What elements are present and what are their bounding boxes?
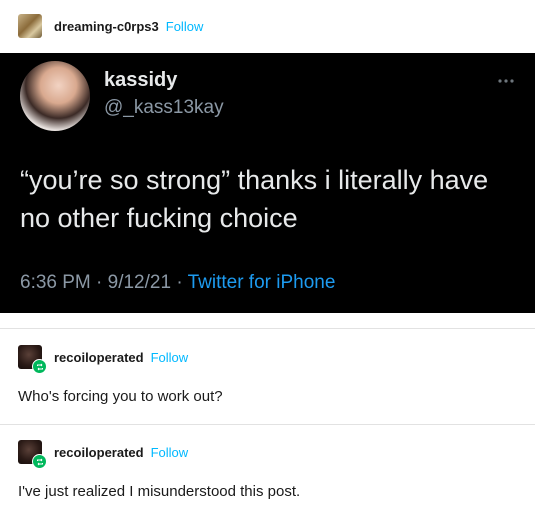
reblog-icon (32, 359, 47, 374)
reply-username[interactable]: recoiloperated (54, 350, 144, 365)
op-follow-button[interactable]: Follow (166, 19, 204, 34)
reply-follow-button[interactable]: Follow (151, 350, 189, 365)
tweet-screenshot: kassidy @_kass13kay “you’re so strong” t… (0, 53, 535, 313)
tweet-meta: 6:36 PM · 9/12/21 · Twitter for iPhone (20, 272, 335, 294)
tweet-author-handle: @_kass13kay (104, 97, 224, 118)
tumblr-post: dreaming-c0rps3 Follow kassidy @_kass13k… (0, 0, 535, 518)
op-avatar[interactable] (18, 14, 42, 38)
tweet-source: Twitter for iPhone (187, 272, 336, 293)
divider (0, 328, 535, 329)
tweet-avatar (20, 61, 90, 131)
op-username[interactable]: dreaming-c0rps3 (54, 19, 159, 34)
more-horizontal-icon (497, 71, 515, 87)
reply-follow-button[interactable]: Follow (151, 445, 189, 460)
reply-header: recoiloperated Follow (18, 440, 189, 469)
reply-body: I've just realized I misunderstood this … (18, 483, 301, 500)
reply-body: Who's forcing you to work out? (18, 388, 223, 405)
reply-header: recoiloperated Follow (18, 345, 189, 374)
reply-avatar[interactable] (18, 345, 47, 374)
tweet-text: “you’re so strong” thanks i literally ha… (20, 165, 489, 233)
op-header: dreaming-c0rps3 Follow (18, 14, 203, 38)
reply-username[interactable]: recoiloperated (54, 445, 144, 460)
tweet-author-name: kassidy (104, 69, 178, 91)
divider (0, 424, 535, 425)
tweet-timestamp: 6:36 PM · 9/12/21 · (20, 272, 188, 293)
reply-avatar[interactable] (18, 440, 47, 469)
reblog-icon (32, 454, 47, 469)
